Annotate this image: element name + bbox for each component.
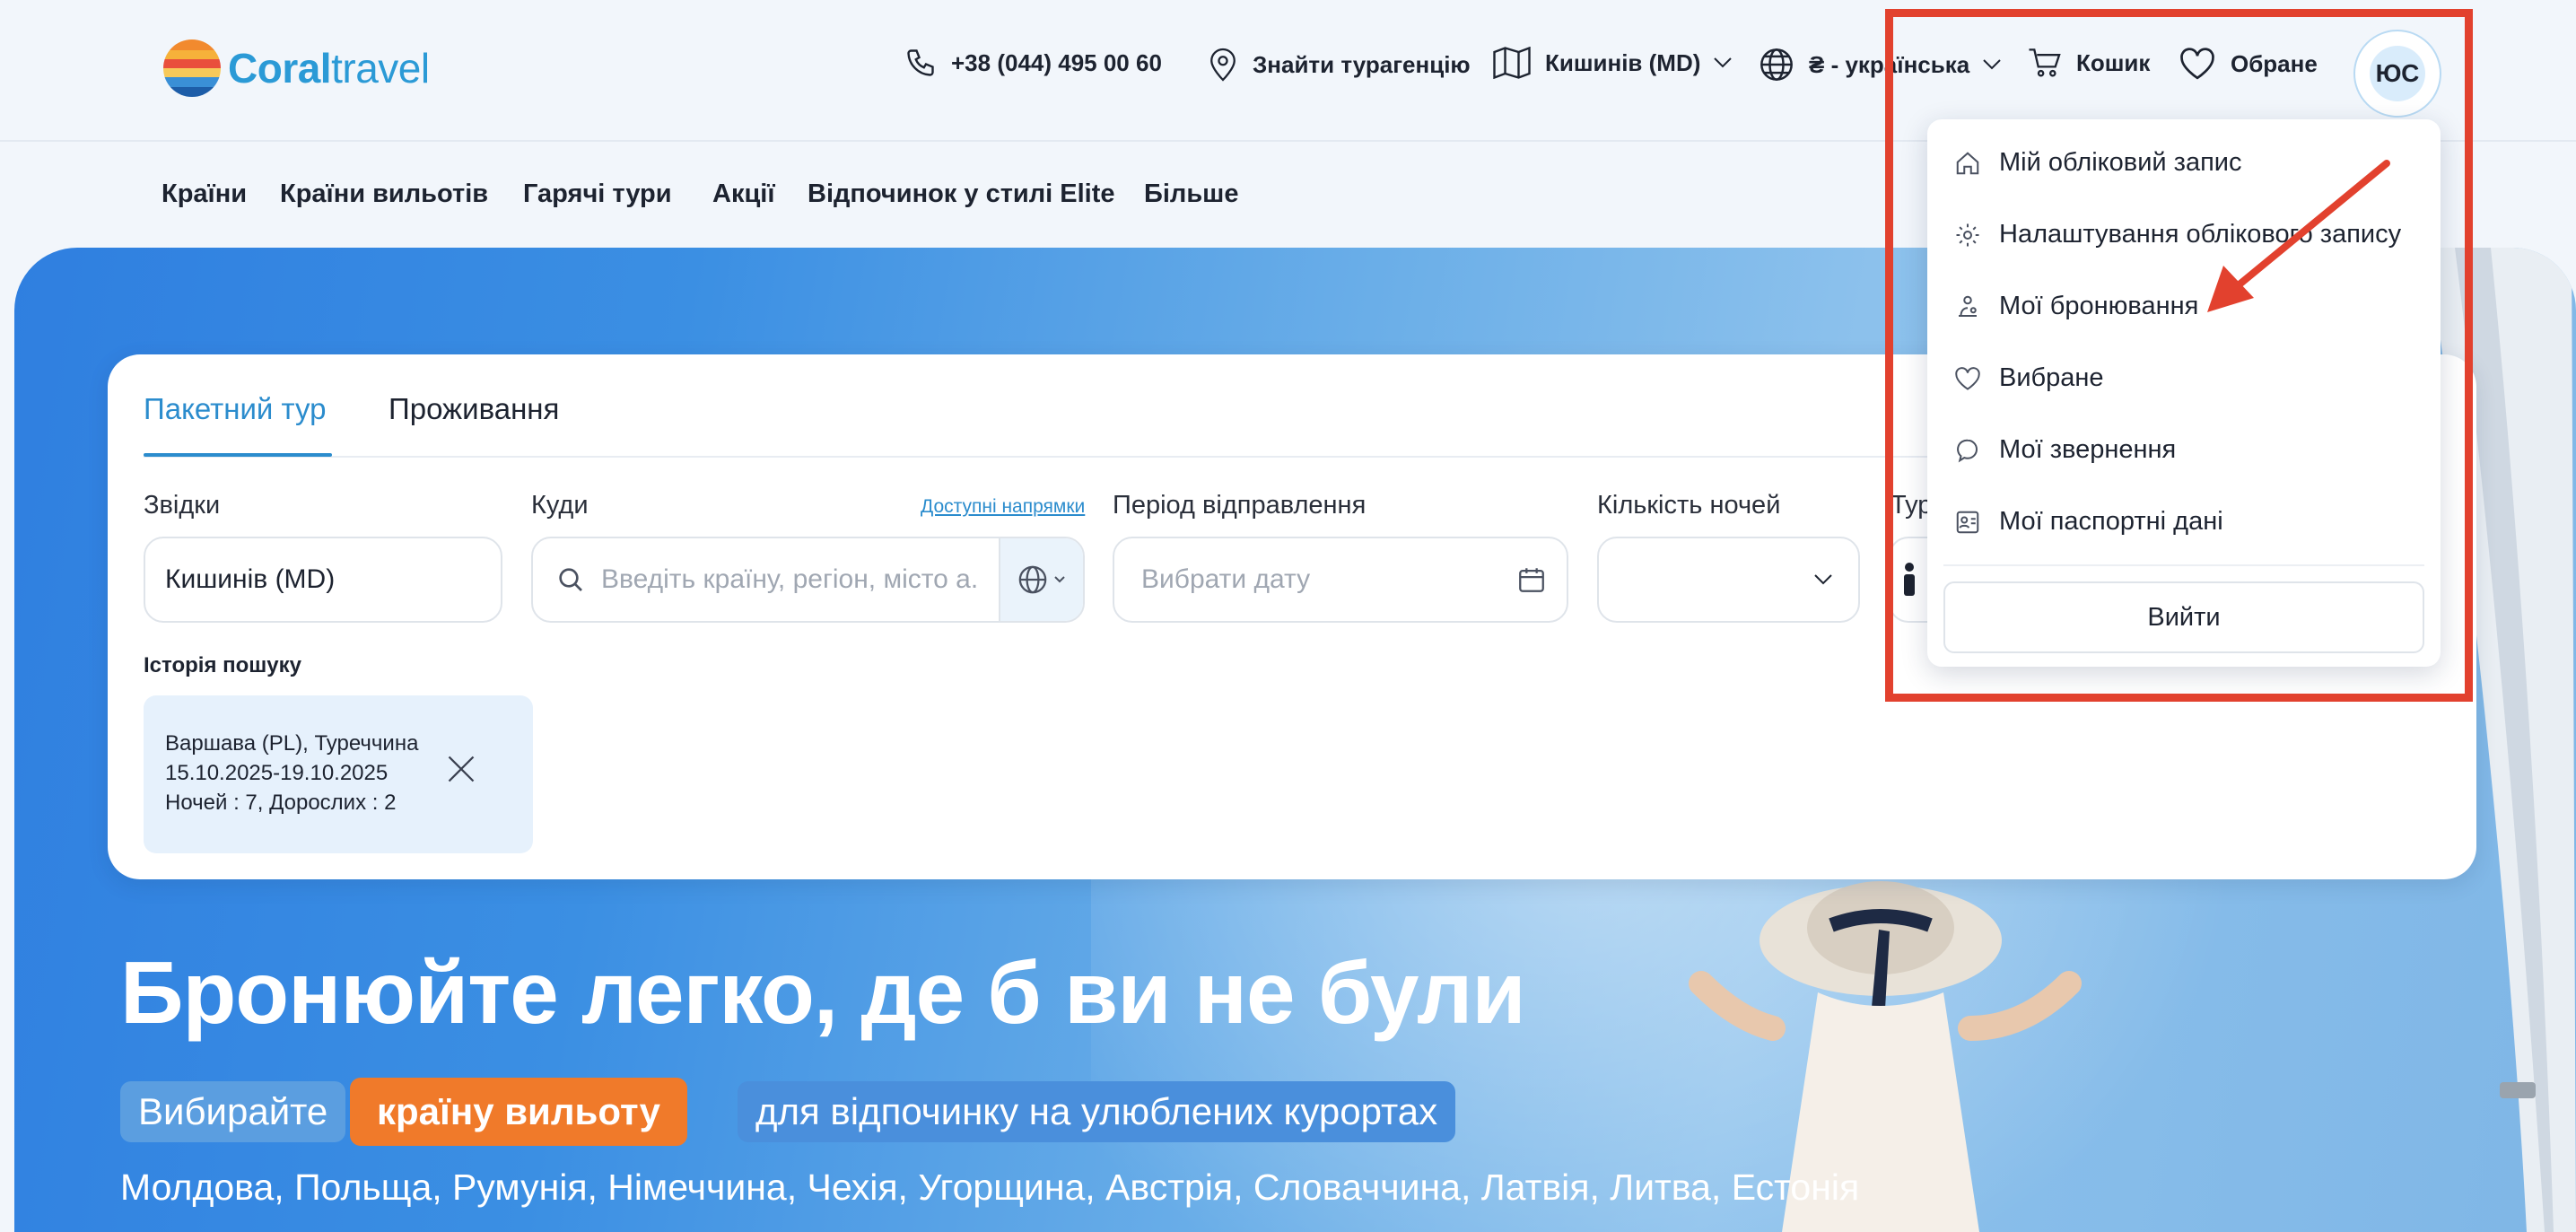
to-label: Куди [531, 491, 589, 520]
globe-icon [1018, 565, 1047, 594]
hero-pill-choose: Вибирайте [120, 1081, 346, 1142]
tourists-label: Тур [1891, 491, 1933, 520]
search-history-item[interactable]: Варшава (PL), Туреччина 15.10.2025-19.10… [144, 695, 533, 853]
booking-icon [1959, 295, 1977, 317]
avatar-initials: ЮС [2370, 46, 2425, 101]
period-label: Період відправлення [1113, 491, 1367, 520]
from-field[interactable]: Кишинів (MD) [144, 537, 502, 623]
chevron-down-icon [1054, 576, 1065, 583]
nav-elite[interactable]: Відпочинок у стилі Elite [808, 179, 1115, 209]
destination-input[interactable]: Введіть країну, регіон, місто а... [601, 564, 978, 595]
favorites-link[interactable]: Обране [2179, 47, 2318, 81]
destination-globe-button[interactable] [999, 538, 1083, 621]
user-avatar-button[interactable]: ЮС [2353, 30, 2441, 118]
nav-countries[interactable]: Країни [162, 179, 247, 209]
chevron-down-icon [1814, 574, 1832, 585]
phone-icon [907, 49, 934, 76]
nav-hot-tours[interactable]: Гарячі тури [523, 179, 672, 209]
logo-wordmark: Coraltravel [228, 45, 430, 92]
departure-date-field[interactable]: Вибрати дату [1113, 537, 1568, 623]
cart-icon [2029, 48, 2061, 77]
nav-departure-countries[interactable]: Країни вильотів [280, 179, 488, 209]
logo-mark-icon [163, 39, 221, 97]
nights-label: Кількість ночей [1597, 491, 1781, 520]
map-pin-icon [1210, 48, 1236, 82]
chevron-down-icon [1714, 57, 1733, 68]
find-agency-link[interactable]: Знайти турагенцію [1208, 47, 1471, 83]
destination-field[interactable]: Введіть країну, регіон, місто а... [531, 537, 1085, 623]
menu-my-bookings[interactable]: Мої бронювання [1954, 292, 2198, 321]
history-route: Варшава (PL), Туреччина [165, 731, 419, 756]
nav-more[interactable]: Більше [1144, 179, 1238, 209]
home-icon [1956, 151, 1979, 174]
menu-my-requests[interactable]: Мої звернення [1954, 435, 2176, 465]
from-value: Кишинів (MD) [165, 564, 336, 594]
heart-icon [1955, 366, 1980, 390]
annotation-arrow-icon [2207, 160, 2390, 312]
gear-icon [1956, 223, 1979, 246]
hero-pill-departure-country: країну вильоту [350, 1078, 687, 1146]
calendar-icon [1519, 568, 1544, 592]
tab-accommodation[interactable]: Проживання [389, 392, 559, 426]
passport-icon [1956, 511, 1979, 533]
hero-countries-list: Молдова, Польща, Румунія, Німеччина, Чех… [120, 1166, 1860, 1208]
history-details: Ночей : 7, Дорослих : 2 [165, 791, 397, 815]
person-icon [1904, 563, 1915, 596]
globe-icon [1760, 48, 1793, 81]
logout-button[interactable]: Вийти [1943, 581, 2424, 653]
hero-pill-resorts: для відпочинку на улюблених курортах [738, 1081, 1456, 1142]
tab-package-tour[interactable]: Пакетний тур [144, 392, 326, 426]
nights-select[interactable] [1597, 537, 1860, 623]
coral-travel-logo[interactable]: Coraltravel [163, 39, 430, 97]
menu-favorites[interactable]: Вибране [1954, 363, 2104, 393]
currency-language-selector[interactable]: ₴ - українська [1759, 47, 2002, 83]
history-dates: 15.10.2025-19.10.2025 [165, 761, 389, 785]
search-icon [559, 568, 582, 591]
chat-icon [1957, 439, 1978, 462]
active-tab-indicator [144, 453, 332, 457]
available-destinations-link[interactable]: Доступні напрямки [921, 496, 1085, 518]
heart-icon [2180, 48, 2214, 80]
search-history-label: Історія пошуку [144, 653, 301, 677]
from-label: Звідки [144, 491, 221, 520]
hero-title: Бронюйте легко, де б ви не були [120, 943, 1526, 1042]
close-icon[interactable] [445, 753, 477, 785]
menu-passport-data[interactable]: Мої паспортні дані [1954, 507, 2223, 537]
nav-promotions[interactable]: Акції [712, 179, 775, 209]
phone-link[interactable]: +38 (044) 495 00 60 [904, 47, 1162, 79]
date-placeholder: Вибрати дату [1141, 564, 1311, 594]
city-selector[interactable]: Кишинів (MD) [1493, 47, 1733, 79]
map-icon [1493, 47, 1531, 79]
chevron-down-icon [1983, 59, 2001, 70]
cart-link[interactable]: Кошик [2028, 47, 2150, 79]
